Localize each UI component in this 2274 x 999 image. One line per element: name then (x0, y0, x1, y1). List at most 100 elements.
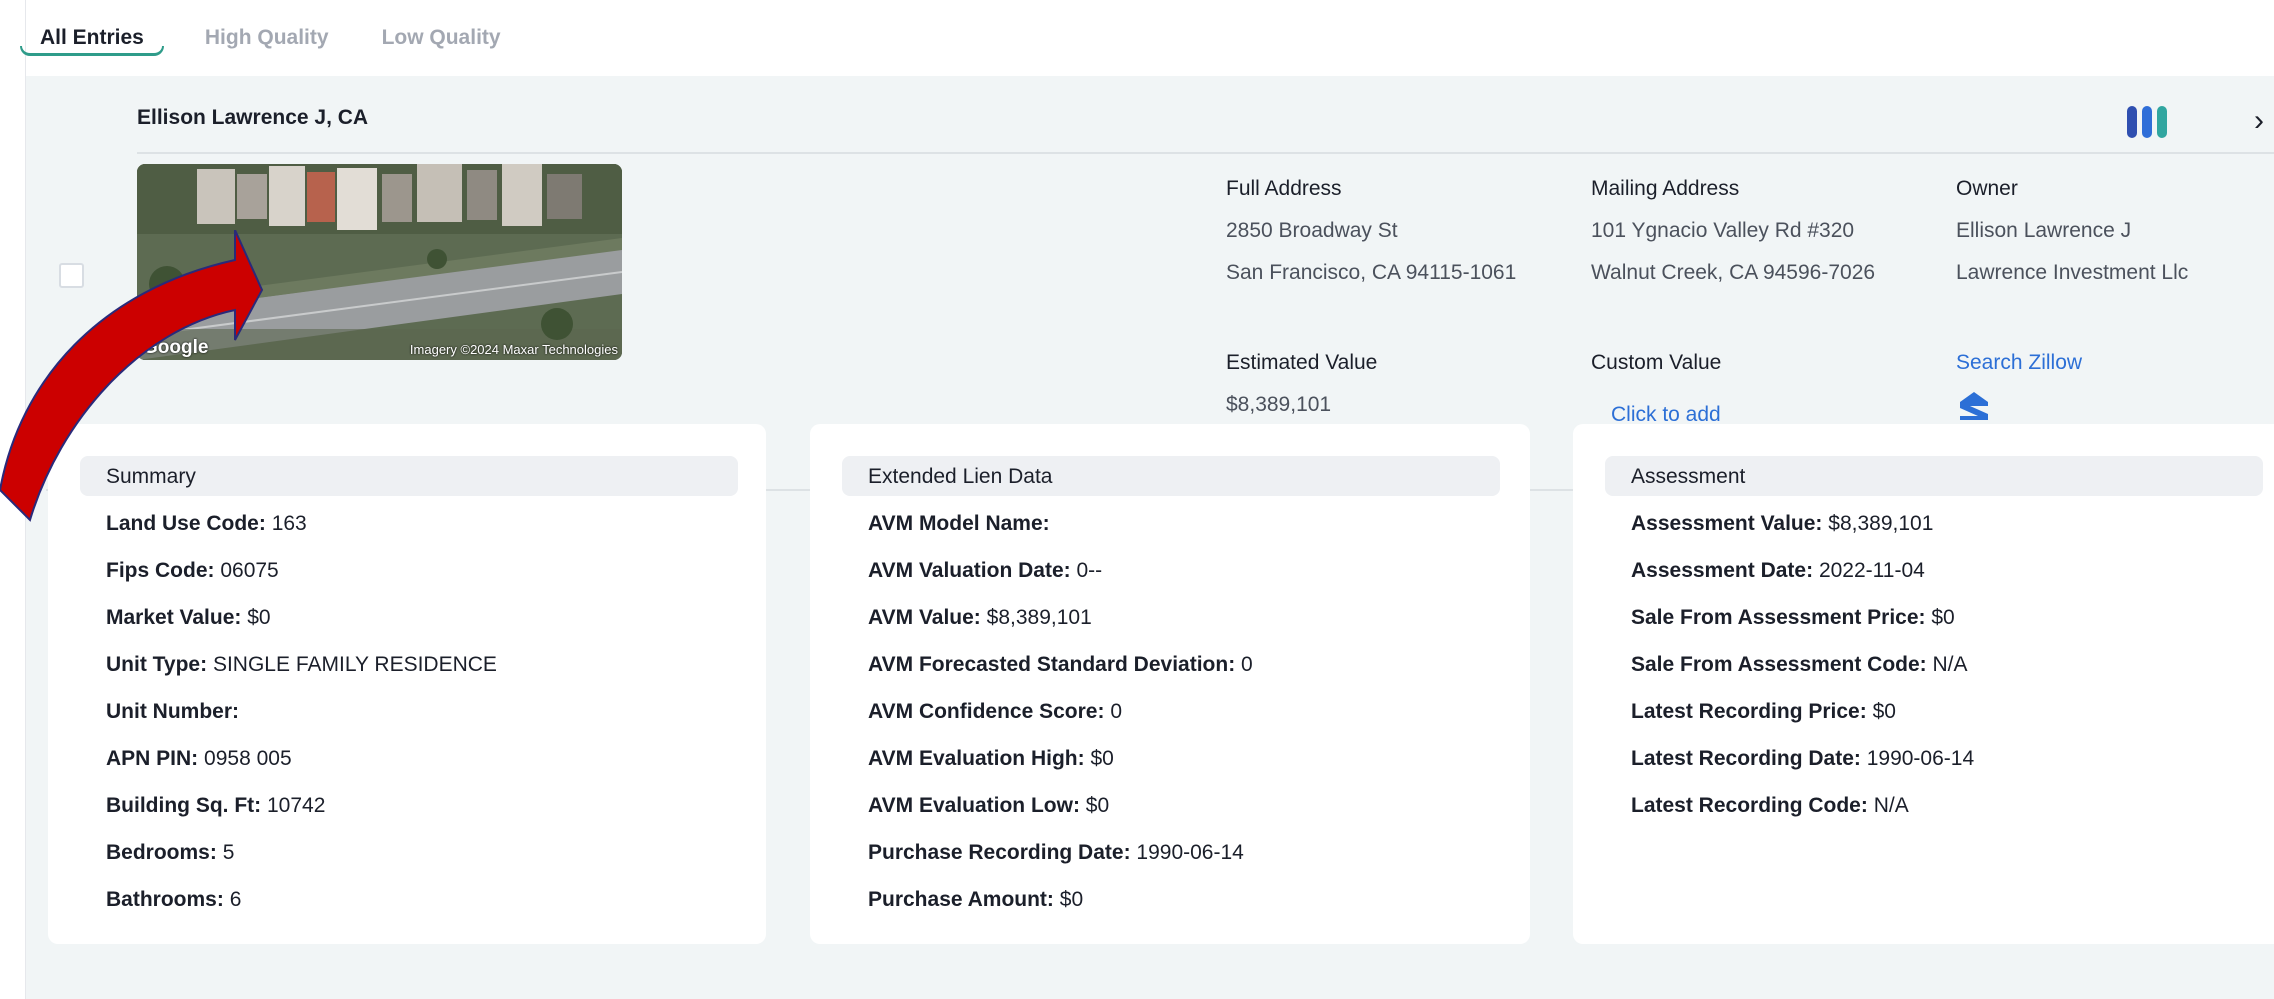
lien-row: AVM Valuation Date: 0-- (868, 559, 1102, 583)
field-label: Latest Recording Price: (1631, 700, 1867, 723)
field-value: 6 (229, 888, 242, 911)
imagery-credit: Imagery ©2024 Maxar Technologies (409, 342, 618, 357)
property-name: Ellison Lawrence J, CA (137, 106, 369, 129)
field-value: N/A (1932, 653, 1968, 676)
summary-panel: Summary Land Use Code: 163 Fips Code: 06… (48, 424, 766, 944)
tab-label: Low Quality (381, 26, 501, 49)
lien-row: Purchase Recording Date: 1990-06-14 (868, 841, 1244, 865)
field-label: Assessment Date: (1631, 559, 1814, 582)
field-value: 0 (1241, 653, 1253, 676)
full-address-line1: 2850 Broadway St (1226, 219, 1398, 242)
lien-row: Purchase Amount: $0 (868, 888, 1083, 912)
field-label: AVM Evaluation High: (868, 747, 1085, 770)
field-label: AVM Forecasted Standard Deviation: (868, 653, 1236, 676)
field-label: Latest Recording Code: (1631, 794, 1868, 817)
summary-row: APN PIN: 0958 005 (106, 747, 292, 771)
field-label: Sale From Assessment Price: (1631, 606, 1926, 629)
field-value: 0-- (1076, 559, 1103, 582)
summary-row: Fips Code: 06075 (106, 559, 279, 583)
custom-value-label: Custom Value (1591, 351, 1722, 374)
summary-row: Building Sq. Ft: 10742 (106, 794, 325, 818)
owner-label: Owner (1956, 177, 2018, 200)
field-value: $0 (1872, 700, 1896, 723)
active-tab-indicator (20, 46, 164, 56)
field-label: AVM Evaluation Low: (868, 794, 1080, 817)
search-zillow-link[interactable]: Search Zillow (1956, 351, 2082, 375)
field-value: $8,389,101 (986, 606, 1092, 629)
field-label: Purchase Recording Date: (868, 841, 1131, 864)
assessment-row: Assessment Value: $8,389,101 (1631, 512, 1933, 536)
field-value: 5 (222, 841, 235, 864)
field-label: AVM Confidence Score: (868, 700, 1105, 723)
assessment-row: Sale From Assessment Code: N/A (1631, 653, 1968, 677)
assessment-panel: Assessment Assessment Value: $8,389,101 … (1573, 424, 2274, 944)
lien-row: AVM Evaluation High: $0 (868, 747, 1114, 771)
summary-row: Unit Type: SINGLE FAMILY RESIDENCE (106, 653, 497, 677)
full-address-line2: San Francisco, CA 94115-1061 (1226, 261, 1517, 284)
assessment-row: Latest Recording Price: $0 (1631, 700, 1896, 724)
field-value: $0 (247, 606, 271, 629)
lien-row: AVM Evaluation Low: $0 (868, 794, 1109, 818)
field-label: Building Sq. Ft: (106, 794, 262, 817)
field-label: Fips Code: (106, 559, 215, 582)
full-address-label: Full Address (1226, 177, 1342, 200)
tab-low-quality[interactable]: Low Quality (382, 18, 501, 50)
field-label: Sale From Assessment Code: (1631, 653, 1927, 676)
field-label: Unit Number: (106, 700, 239, 723)
mailing-address-line1: 101 Ygnacio Valley Rd #320 (1591, 219, 1855, 242)
header-divider (137, 152, 2274, 154)
quality-tabs: All Entries High Quality Low Quality (20, 18, 554, 58)
field-value: 0958 005 (204, 747, 292, 770)
field-label: Bathrooms: (106, 888, 224, 911)
select-checkbox[interactable] (59, 263, 84, 288)
estimated-value: $8,389,101 (1226, 393, 1332, 416)
owner-line1: Ellison Lawrence J (1956, 219, 2132, 242)
field-label: Market Value: (106, 606, 242, 629)
zillow-icon[interactable] (1956, 388, 1992, 424)
owner-line2: Lawrence Investment Llc (1956, 261, 2189, 284)
assessment-row: Latest Recording Date: 1990-06-14 (1631, 747, 1974, 771)
field-value: 163 (271, 512, 307, 535)
left-border (0, 0, 26, 999)
field-label: Assessment Value: (1631, 512, 1823, 535)
bar-segment (2142, 106, 2152, 138)
property-satellite-image[interactable]: Google Imagery ©2024 Maxar Technologies (137, 164, 622, 360)
field-value: $0 (1085, 794, 1110, 817)
assessment-row: Assessment Date: 2022-11-04 (1631, 559, 1925, 583)
field-value: $0 (1931, 606, 1955, 629)
field-label: Unit Type: (106, 653, 208, 676)
tab-all-entries[interactable]: All Entries (20, 18, 164, 56)
panel-title: Assessment (1605, 456, 2263, 496)
field-value: N/A (1873, 794, 1909, 817)
field-label: AVM Model Name: (868, 512, 1050, 535)
summary-row: Bathrooms: 6 (106, 888, 241, 912)
summary-row: Unit Number: (106, 700, 239, 724)
field-value: 1990-06-14 (1136, 841, 1244, 864)
summary-row: Land Use Code: 163 (106, 512, 307, 536)
lien-row: AVM Value: $8,389,101 (868, 606, 1092, 630)
tab-label: High Quality (204, 26, 329, 49)
satellite-image-graphic (137, 164, 622, 360)
field-label: APN PIN: (106, 747, 199, 770)
mailing-address-line2: Walnut Creek, CA 94596-7026 (1591, 261, 1876, 284)
field-value: $0 (1090, 747, 1114, 770)
tab-high-quality[interactable]: High Quality (205, 18, 329, 50)
field-label: Latest Recording Date: (1631, 747, 1861, 770)
bar-segment (2157, 106, 2167, 138)
field-label: AVM Value: (868, 606, 981, 629)
field-value: 0 (1110, 700, 1123, 723)
field-value: $8,389,101 (1828, 512, 1934, 535)
extended-lien-panel: Extended Lien Data AVM Model Name: AVM V… (810, 424, 1530, 944)
mailing-address-label: Mailing Address (1591, 177, 1740, 200)
panel-title: Extended Lien Data (842, 456, 1500, 496)
bar-segment (2127, 106, 2137, 138)
field-label: Land Use Code: (106, 512, 266, 535)
summary-row: Bedrooms: 5 (106, 841, 234, 865)
assessment-row: Sale From Assessment Price: $0 (1631, 606, 1955, 630)
summary-row: Market Value: $0 (106, 606, 271, 630)
lien-row: AVM Forecasted Standard Deviation: 0 (868, 653, 1253, 677)
chevron-right-icon[interactable]: › (2254, 106, 2264, 136)
bars-icon[interactable] (2127, 104, 2171, 138)
lien-row: AVM Model Name: (868, 512, 1050, 536)
field-value: $0 (1059, 888, 1084, 911)
